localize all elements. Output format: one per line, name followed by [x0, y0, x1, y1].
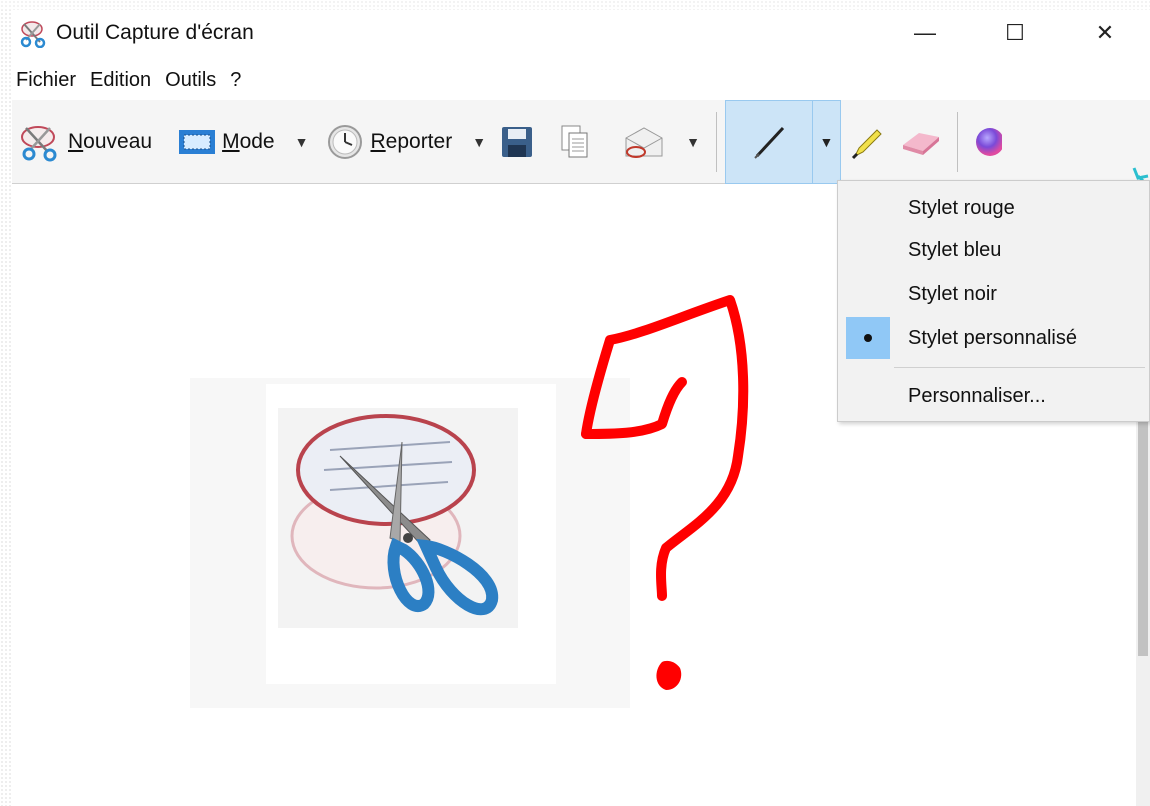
delay-dropdown-arrow[interactable]: ▼: [464, 134, 494, 150]
highlighter-icon: [851, 128, 882, 159]
send-snip-button[interactable]: [616, 112, 672, 172]
delay-button[interactable]: Reporter: [320, 112, 458, 172]
menu-item-red-pen-label: Stylet rouge: [908, 196, 1015, 219]
scissors-icon: [21, 125, 57, 161]
desktop-edge-top: [0, 0, 1150, 10]
menu-item-custom-pen[interactable]: Stylet personnalisé: [838, 317, 1149, 359]
checked-bullet-icon: [846, 317, 890, 359]
menu-fichier[interactable]: Fichier: [12, 69, 83, 92]
menu-item-blue-pen-label: Stylet bleu: [908, 238, 1002, 261]
pen-color-menu: Stylet rouge Stylet bleu Stylet noir Sty…: [837, 180, 1150, 422]
window-controls: — ☐ ✕: [880, 10, 1150, 56]
pen-icon: [754, 126, 785, 159]
new-snip-label: Nouveau: [68, 129, 153, 153]
title-bar: Outil Capture d'écran — ☐ ✕: [12, 10, 1150, 56]
maximize-button[interactable]: ☐: [970, 10, 1060, 56]
paint3d-button[interactable]: [966, 112, 1008, 172]
menu-separator: [894, 367, 1145, 368]
eraser-icon: [902, 132, 939, 155]
new-snip-button[interactable]: Nouveau: [12, 112, 158, 172]
copy-icon: [561, 125, 588, 157]
send-dropdown-arrow[interactable]: ▼: [678, 134, 708, 150]
close-button[interactable]: ✕: [1060, 10, 1150, 56]
desktop-edge: [0, 0, 12, 806]
mode-button[interactable]: Mode: [172, 112, 281, 172]
paint3d-icon: [975, 127, 1002, 156]
menu-item-black-pen-label: Stylet noir: [908, 282, 997, 305]
rectangle-mode-icon: [179, 129, 216, 154]
delay-label: Reporter: [370, 129, 453, 153]
red-question-mark-annotation: [581, 295, 749, 690]
mode-dropdown-arrow[interactable]: ▼: [287, 134, 317, 150]
toolbar-separator: [715, 111, 717, 172]
pen-button[interactable]: [726, 101, 812, 183]
pen-dropdown-arrow[interactable]: ▼: [811, 100, 840, 183]
menu-item-red-pen[interactable]: Stylet rouge: [838, 187, 1149, 229]
menu-item-black-pen[interactable]: Stylet noir: [838, 273, 1149, 315]
toolbar-separator-2: [956, 111, 958, 172]
scrollbar-thumb[interactable]: [1138, 420, 1148, 656]
pen-split-button[interactable]: ▼: [724, 99, 841, 184]
menu-item-custom-pen-label: Stylet personnalisé: [908, 326, 1077, 349]
mode-label: Mode: [222, 129, 275, 153]
menu-outils[interactable]: Outils: [158, 69, 223, 92]
menu-help[interactable]: ?: [223, 69, 248, 92]
snipping-tool-app-icon: [20, 21, 46, 48]
clock-icon: [328, 124, 363, 159]
save-button[interactable]: [494, 112, 540, 172]
menu-edition[interactable]: Edition: [83, 69, 158, 92]
menu-item-customize[interactable]: Personnaliser...: [838, 375, 1149, 417]
menu-item-customize-label: Personnaliser...: [908, 384, 1046, 407]
envelope-icon: [625, 126, 663, 158]
menu-bar: Fichier Edition Outils ?: [12, 62, 248, 98]
menu-item-blue-pen[interactable]: Stylet bleu: [838, 229, 1149, 271]
copy-button[interactable]: [554, 112, 596, 172]
toolbar: Nouveau Mode ▼ Reporter ▼ ▼ ▼: [12, 99, 1150, 184]
minimize-button[interactable]: —: [880, 10, 970, 56]
window-title: Outil Capture d'écran: [56, 21, 254, 44]
highlighter-button[interactable]: [841, 112, 893, 172]
eraser-button[interactable]: [893, 112, 949, 172]
floppy-disk-icon: [502, 126, 533, 157]
